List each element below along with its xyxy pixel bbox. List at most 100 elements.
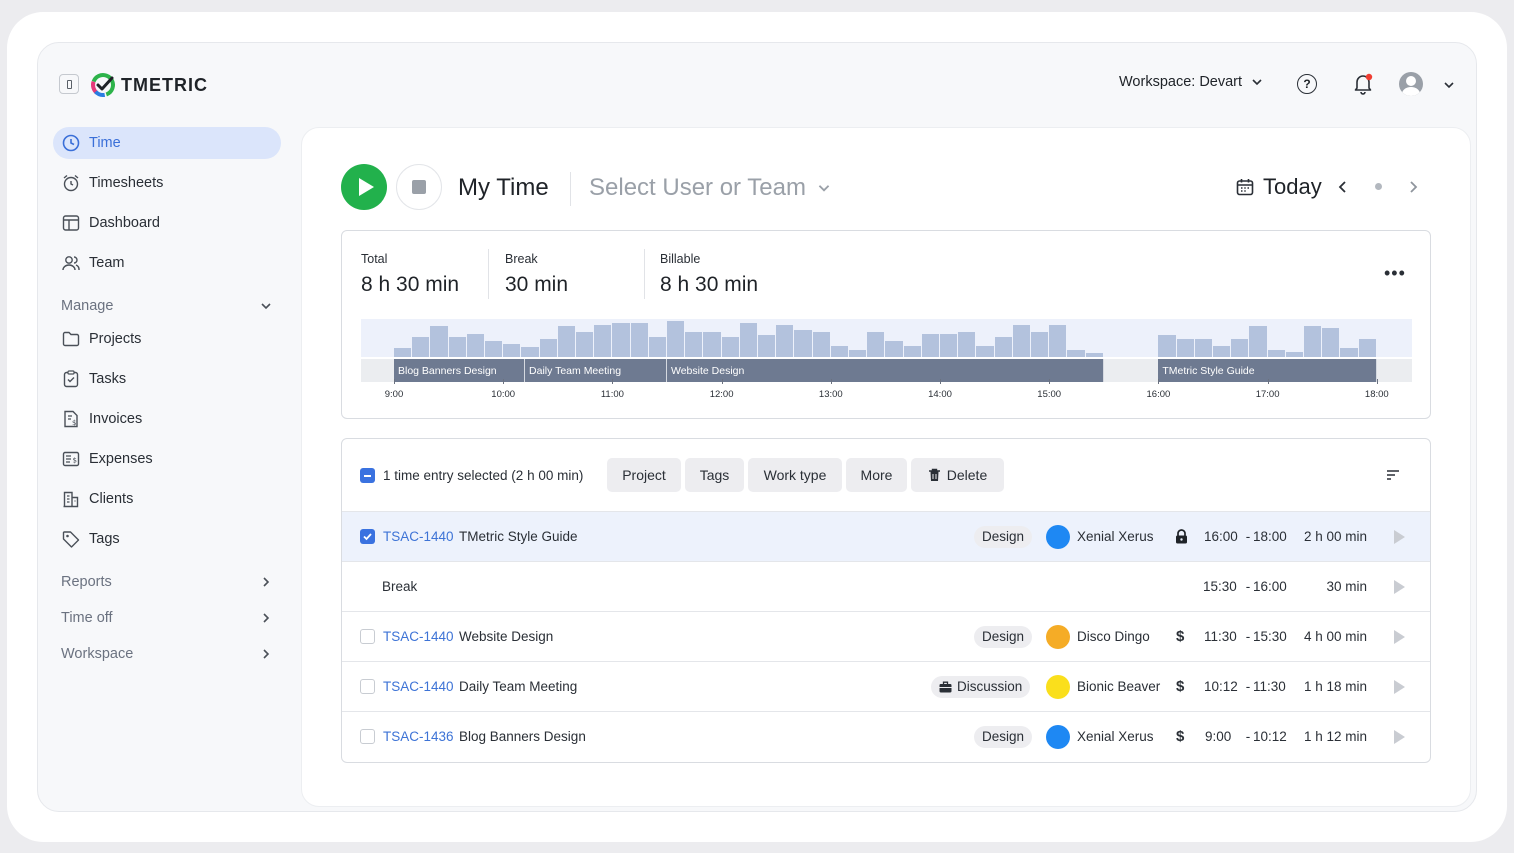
previous-day-icon[interactable]	[1336, 180, 1350, 194]
start-timer-button[interactable]	[341, 164, 387, 210]
play-entry-icon[interactable]	[1394, 679, 1405, 694]
activity-bar	[776, 325, 794, 357]
tmetric-logo-icon	[91, 73, 116, 97]
entry-title[interactable]: Blog Banners Design	[459, 712, 586, 761]
account-chevron-down-icon[interactable]	[1442, 78, 1456, 92]
workspace-selector[interactable]: Workspace: Devart	[1119, 74, 1264, 90]
time-entry-row[interactable]: TSAC-1440 TMetric Style Guide Design Xen…	[342, 511, 1430, 561]
work-type-tag[interactable]: Design	[974, 525, 1033, 548]
stop-timer-button[interactable]	[396, 164, 442, 210]
more-options-icon[interactable]: •••	[1384, 263, 1406, 284]
project-name[interactable]: Bionic Beaver	[1077, 662, 1160, 711]
total-value: 8 h 30 min	[361, 273, 460, 296]
activity-bar	[1322, 328, 1340, 357]
notifications-icon[interactable]	[1353, 73, 1373, 95]
delete-button[interactable]: Delete	[911, 458, 1004, 492]
selection-summary: 1 time entry selected (2 h 00 min)	[383, 468, 584, 483]
user-team-select[interactable]: Select User or Team	[589, 174, 832, 202]
play-entry-icon[interactable]	[1394, 629, 1405, 644]
sidebar-item-expenses[interactable]: $ Expenses	[53, 443, 281, 475]
project-name[interactable]: Xenial Xerus	[1077, 712, 1154, 761]
sidebar-item-timesheets[interactable]: Timesheets	[53, 167, 281, 199]
entry-checkbox[interactable]	[360, 529, 375, 544]
project-color-dot	[1046, 524, 1070, 549]
task-id-link[interactable]: TSAC-1440	[383, 512, 454, 561]
entry-title[interactable]: TMetric Style Guide	[459, 512, 578, 561]
billable-icon[interactable]: $	[1176, 712, 1184, 761]
play-entry-icon[interactable]	[1394, 579, 1405, 594]
tmetric-logo[interactable]: TMETRIC	[90, 72, 208, 98]
timeline-tick	[940, 379, 941, 384]
work-type-tag[interactable]: Discussion	[931, 675, 1031, 698]
sidebar-section-time-off[interactable]: Time off	[61, 610, 273, 626]
sidebar-item-tasks[interactable]: Tasks	[53, 363, 281, 395]
start-time[interactable]: 9:00	[1205, 712, 1231, 761]
next-day-icon[interactable]	[1406, 180, 1420, 194]
work-type-button[interactable]: Work type	[748, 458, 842, 492]
start-time[interactable]: 15:30	[1203, 562, 1237, 611]
play-entry-icon[interactable]	[1394, 729, 1405, 744]
sidebar-toggle-icon[interactable]	[59, 74, 79, 94]
project-name[interactable]: Xenial Xerus	[1077, 512, 1154, 561]
end-time[interactable]: 11:30	[1253, 662, 1286, 711]
entry-title[interactable]: Daily Team Meeting	[459, 662, 577, 711]
work-type-tag[interactable]: Design	[974, 625, 1033, 648]
time-entry-row[interactable]: TSAC-1440 Website Design Design Disco Di…	[342, 611, 1430, 661]
more-button[interactable]: More	[846, 458, 907, 492]
help-icon[interactable]: ?	[1297, 74, 1317, 94]
start-time[interactable]: 11:30	[1204, 612, 1237, 661]
entry-checkbox[interactable]	[360, 679, 375, 694]
activity-bar	[521, 347, 539, 357]
chevron-down-icon	[261, 303, 271, 310]
sidebar-item-label: Tasks	[89, 371, 127, 387]
entry-checkbox[interactable]	[360, 629, 375, 644]
sidebar-item-clients[interactable]: Clients	[53, 483, 281, 515]
start-time[interactable]: 16:00	[1204, 512, 1238, 561]
select-all-checkbox[interactable]	[360, 468, 375, 483]
project-name[interactable]: Disco Dingo	[1077, 612, 1150, 661]
entry-title[interactable]: Website Design	[459, 612, 553, 661]
activity-bar	[867, 332, 885, 357]
sidebar-item-dashboard[interactable]: Dashboard	[53, 207, 281, 239]
sidebar-section-reports[interactable]: Reports	[61, 574, 273, 590]
sidebar-item-tags[interactable]: Tags	[53, 523, 281, 555]
sort-icon[interactable]	[1386, 468, 1400, 482]
activity-bar	[1176, 339, 1194, 357]
duration[interactable]: 1 h 18 min	[1282, 662, 1367, 711]
play-entry-icon[interactable]	[1394, 529, 1405, 544]
task-id-link[interactable]: TSAC-1440	[383, 662, 454, 711]
entry-checkbox[interactable]	[360, 729, 375, 744]
duration[interactable]: 4 h 00 min	[1282, 612, 1367, 661]
time-entry-row[interactable]: TSAC-1436 Blog Banners Design Design Xen…	[342, 711, 1430, 761]
duration[interactable]: 1 h 12 min	[1282, 712, 1367, 761]
toolbar-divider	[570, 172, 571, 206]
lock-icon	[1175, 512, 1188, 561]
current-day-dot[interactable]	[1375, 183, 1382, 190]
duration[interactable]: 2 h 00 min	[1282, 512, 1367, 561]
billable-icon[interactable]: $	[1176, 662, 1184, 711]
sidebar-item-time[interactable]: Time	[53, 127, 281, 159]
activity-bar	[503, 344, 521, 357]
sidebar-item-projects[interactable]: Projects	[53, 323, 281, 355]
sidebar-item-label: Invoices	[89, 411, 143, 427]
activity-bar	[1049, 325, 1067, 357]
activity-bar	[812, 332, 830, 357]
sidebar-section-workspace[interactable]: Workspace	[61, 646, 273, 662]
activity-bar	[594, 325, 612, 357]
work-type-label: Discussion	[957, 679, 1023, 694]
start-time[interactable]: 10:12	[1204, 662, 1238, 711]
activity-bar	[958, 332, 976, 357]
billable-icon[interactable]: $	[1176, 612, 1184, 661]
user-avatar[interactable]	[1399, 72, 1423, 96]
task-id-link[interactable]: TSAC-1440	[383, 612, 454, 661]
time-entry-row[interactable]: TSAC-1440 Daily Team Meeting Discussion …	[342, 661, 1430, 711]
project-button[interactable]: Project	[607, 458, 681, 492]
sidebar-item-label: Clients	[89, 491, 134, 507]
work-type-tag[interactable]: Design	[974, 725, 1033, 748]
task-id-link[interactable]: TSAC-1436	[383, 712, 454, 761]
sidebar-item-invoices[interactable]: $ Invoices	[53, 403, 281, 435]
sidebar-section-manage[interactable]: Manage	[61, 298, 273, 314]
sidebar-item-team[interactable]: Team	[53, 247, 281, 279]
date-picker[interactable]: Today	[1236, 174, 1322, 200]
tags-button[interactable]: Tags	[685, 458, 744, 492]
